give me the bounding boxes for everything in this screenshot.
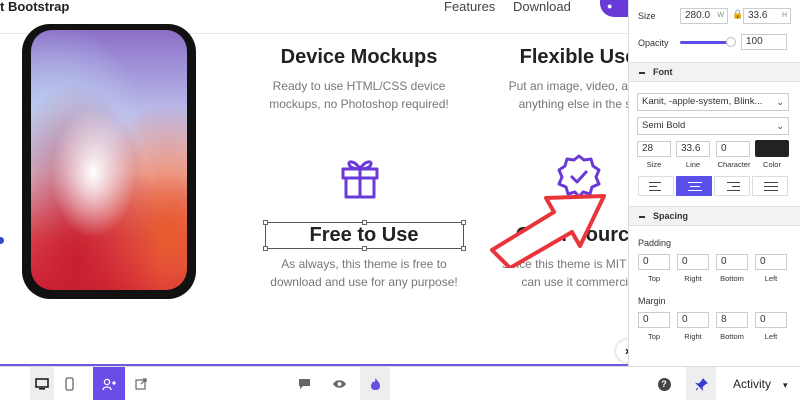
side-label: Right: [684, 274, 702, 283]
letter-spacing-input[interactable]: 0: [716, 141, 750, 157]
feature-device-mockups[interactable]: Device Mockups Ready to use HTML/CSS dev…: [264, 46, 454, 113]
nav-link-features[interactable]: Features: [444, 0, 495, 14]
resize-handle[interactable]: [362, 220, 367, 225]
phone-screen-image: [31, 30, 187, 290]
line-label: Line: [685, 160, 701, 169]
resize-handle[interactable]: [461, 246, 466, 251]
padding-left-input[interactable]: 0: [755, 254, 787, 270]
margin-right-input[interactable]: 0: [677, 312, 709, 328]
margin-label: Margin: [638, 296, 666, 306]
mobile-view-button[interactable]: [58, 367, 80, 400]
resize-handle[interactable]: [362, 246, 367, 251]
lock-icon[interactable]: 🔒: [732, 9, 743, 20]
side-label: Bottom: [720, 332, 744, 341]
align-justify-button[interactable]: [752, 176, 788, 196]
help-icon[interactable]: ?: [654, 367, 674, 400]
width-input[interactable]: 280.0 W: [680, 8, 728, 24]
opacity-label: Opacity: [638, 38, 669, 48]
external-link-icon[interactable]: [131, 367, 151, 400]
feature-title: Flexible Use: [519, 46, 628, 68]
side-label: Top: [647, 332, 661, 341]
activity-dropdown[interactable]: Activity ▾: [733, 367, 788, 400]
font-weight-select[interactable]: Semi Bold ⌄: [637, 117, 789, 135]
add-user-button[interactable]: [93, 367, 125, 400]
side-label: Right: [684, 332, 702, 341]
font-size-label: Size: [646, 160, 662, 169]
resize-handle[interactable]: [263, 220, 268, 225]
align-center-button[interactable]: [676, 176, 712, 196]
editor-canvas[interactable]: t Bootstrap Features Download ● Device M…: [0, 0, 628, 366]
chat-icon: ●: [607, 1, 613, 11]
feature-title: Device Mockups: [280, 46, 438, 68]
mobile-icon: [64, 377, 74, 391]
flame-icon: [370, 378, 380, 390]
desktop-icon: [35, 378, 49, 390]
feature-flexible-use[interactable]: Flexible Use Put an image, video, animan…: [478, 46, 628, 113]
padding-label: Padding: [638, 238, 672, 248]
pin-button[interactable]: [686, 367, 716, 400]
margin-bottom-input[interactable]: 8: [716, 312, 748, 328]
opacity-input[interactable]: 100: [741, 34, 787, 50]
resize-handle[interactable]: [0, 237, 4, 244]
chat-button[interactable]: ●: [600, 0, 628, 17]
spacing-section-header[interactable]: Spacing: [629, 206, 800, 226]
chevron-down-icon: ⌄: [776, 97, 784, 107]
side-label: Bottom: [720, 274, 744, 283]
bottom-toolbar: ? Activity ▾: [0, 366, 800, 400]
publish-flame-button[interactable]: [360, 367, 390, 400]
pin-icon: [694, 378, 708, 392]
font-family-select[interactable]: Kanit, -apple-system, Blink... ⌄: [637, 93, 789, 111]
gift-icon: [341, 160, 379, 199]
color-swatch[interactable]: [755, 140, 789, 157]
font-section-header[interactable]: Font: [629, 62, 800, 82]
align-left-button[interactable]: [638, 176, 674, 196]
chevron-right-icon[interactable]: ›: [616, 340, 628, 362]
chevron-down-icon: ⌄: [776, 121, 784, 131]
resize-handle[interactable]: [263, 246, 268, 251]
size-label: Size: [638, 11, 656, 21]
resize-handle[interactable]: [461, 220, 466, 225]
comment-icon[interactable]: [294, 367, 314, 400]
feature-description: As always, this theme is free to download…: [270, 257, 458, 289]
phone-mockup[interactable]: [22, 24, 196, 299]
margin-top-input[interactable]: 0: [638, 312, 670, 328]
side-label: Top: [647, 274, 661, 283]
side-label: Left: [764, 332, 778, 341]
feature-description: Put an image, video, animanything else i…: [508, 79, 628, 111]
opacity-slider-handle[interactable]: [726, 37, 736, 47]
nav-link-download[interactable]: Download: [513, 0, 571, 14]
padding-bottom-input[interactable]: 0: [716, 254, 748, 270]
add-user-icon: [102, 378, 116, 391]
font-size-input[interactable]: 28: [637, 141, 671, 157]
annotation-arrow-icon: [490, 194, 606, 268]
chevron-down-icon: ▾: [783, 380, 788, 390]
margin-left-input[interactable]: 0: [755, 312, 787, 328]
height-input[interactable]: 33.6 H: [743, 8, 791, 24]
selection-box[interactable]: [263, 220, 466, 251]
character-label: Character: [717, 160, 751, 169]
site-brand[interactable]: t Bootstrap: [0, 0, 69, 14]
line-height-input[interactable]: 33.6: [676, 141, 710, 157]
color-label: Color: [763, 160, 781, 169]
desktop-view-button[interactable]: [30, 367, 54, 400]
feature-description: Ready to use HTML/CSS device mockups, no …: [269, 79, 449, 111]
side-label: Left: [764, 274, 778, 283]
padding-right-input[interactable]: 0: [677, 254, 709, 270]
align-right-button[interactable]: [714, 176, 750, 196]
preview-eye-icon[interactable]: [328, 367, 350, 400]
properties-panel: Size 280.0 W 🔒 33.6 H Opacity 100 Font Kan…: [628, 0, 800, 366]
padding-top-input[interactable]: 0: [638, 254, 670, 270]
opacity-slider[interactable]: [680, 41, 732, 44]
